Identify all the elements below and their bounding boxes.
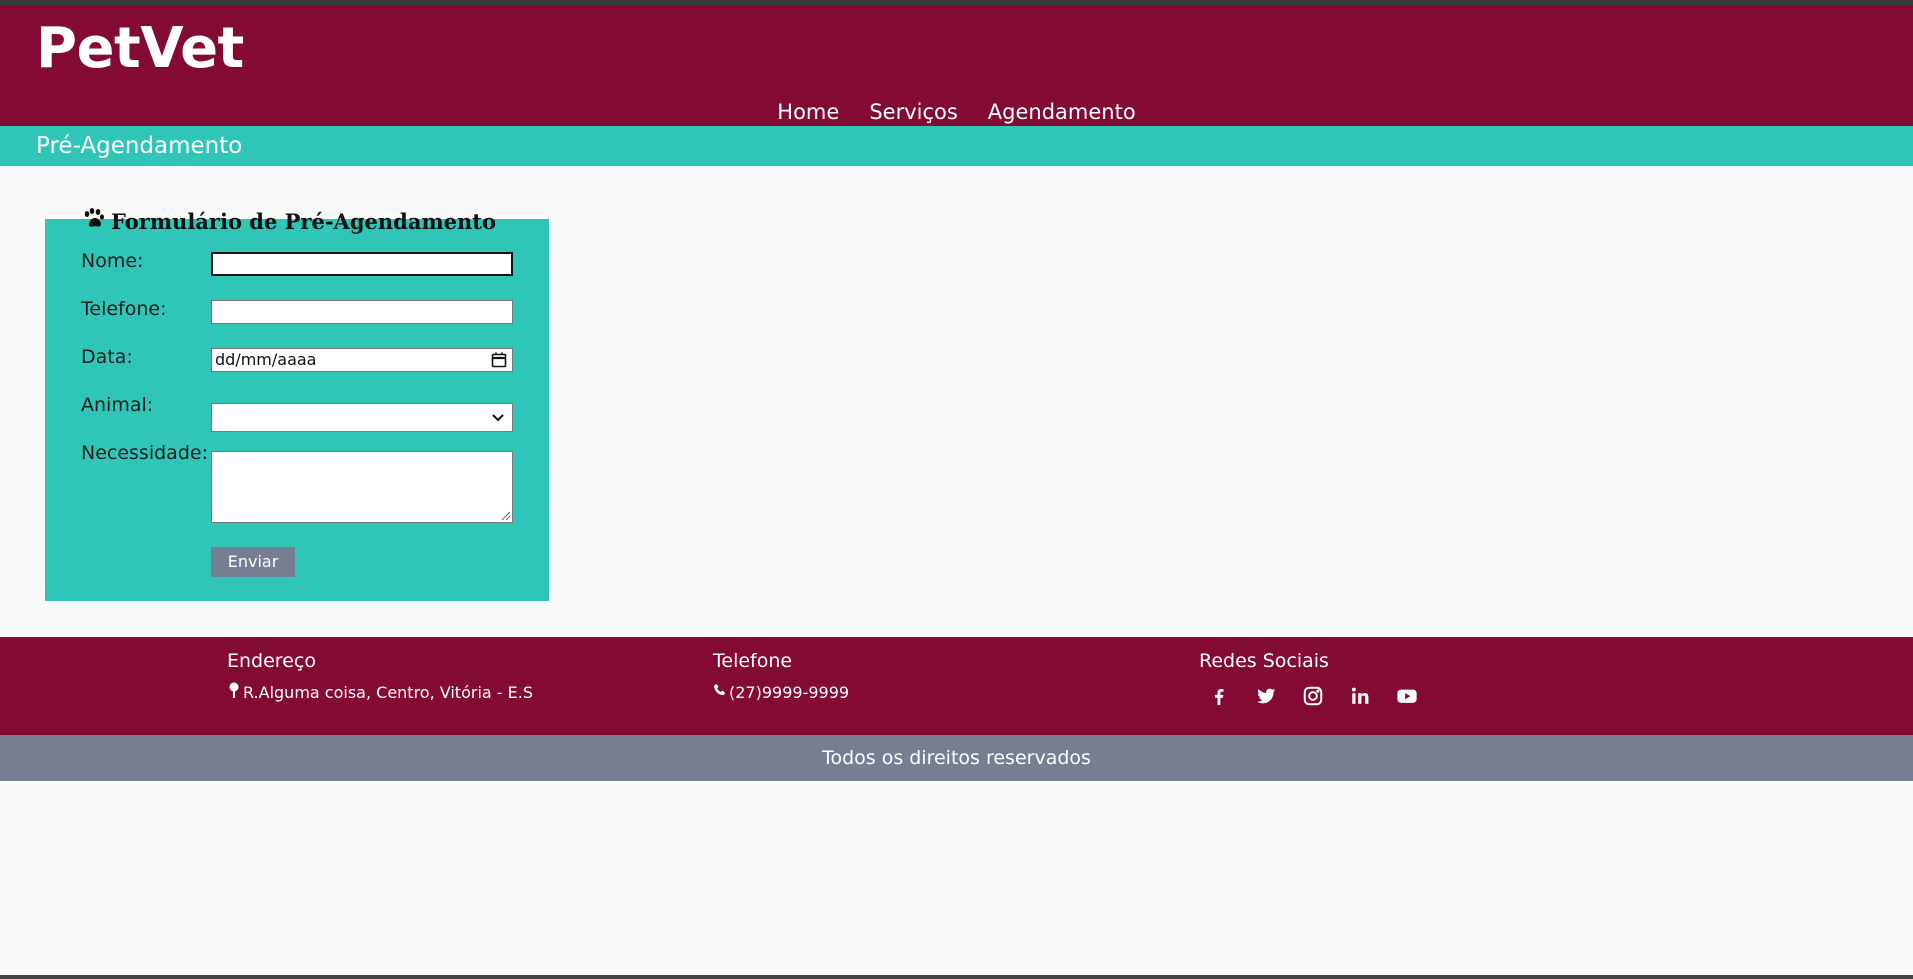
map-pin-icon (227, 682, 241, 703)
necessidade-textarea[interactable] (211, 451, 513, 523)
page-title: Pré-Agendamento (36, 133, 243, 159)
window-bottom-edge (0, 975, 1913, 979)
footer-social: Redes Sociais (1199, 648, 1418, 707)
nome-input[interactable] (211, 252, 513, 276)
submit-button[interactable]: Enviar (211, 547, 295, 577)
footer-phone: Telefone (27)9999-9999 (713, 648, 849, 703)
social-heading: Redes Sociais (1199, 650, 1329, 672)
address-line: R.Alguma coisa, Centro, Vitória - E.S (227, 682, 533, 703)
form-title-text: Formulário de Pré-Agendamento (111, 209, 497, 234)
paw-icon (81, 206, 105, 238)
facebook-icon[interactable] (1207, 684, 1230, 707)
phone-text: (27)9999-9999 (729, 682, 850, 702)
address-text: R.Alguma coisa, Centro, Vitória - E.S (243, 682, 533, 702)
social-links (1199, 684, 1418, 707)
telefone-label: Telefone: (81, 298, 167, 320)
linkedin-icon[interactable] (1348, 684, 1371, 707)
nome-label: Nome: (81, 250, 144, 272)
copyright-text: Todos os direitos reservados (822, 747, 1091, 769)
data-label: Data: (81, 346, 133, 368)
animal-label: Animal: (81, 394, 154, 416)
footer-address: Endereço R.Alguma coisa, Centro, Vitória… (227, 648, 533, 703)
youtube-icon[interactable] (1395, 684, 1418, 707)
telefone-input[interactable] (211, 300, 513, 324)
data-placeholder: dd/mm/aaaa (215, 350, 317, 369)
necessidade-label: Necessidade: (81, 442, 208, 464)
pre-appointment-form: Formulário de Pré-Agendamento Nome: Tele… (45, 208, 549, 601)
twitter-icon[interactable] (1254, 684, 1277, 707)
animal-select[interactable] (211, 403, 513, 432)
form-title: Formulário de Pré-Agendamento (81, 206, 496, 238)
logo[interactable]: PetVet (36, 13, 244, 85)
site-footer: Endereço R.Alguma coisa, Centro, Vitória… (0, 637, 1913, 735)
page-title-bar: Pré-Agendamento (0, 126, 1913, 166)
copyright-bar: Todos os direitos reservados (0, 735, 1913, 781)
data-input[interactable]: dd/mm/aaaa (211, 348, 513, 372)
phone-icon (713, 682, 727, 703)
site-header: PetVet Home Serviços Agendamento (0, 5, 1913, 126)
phone-line: (27)9999-9999 (713, 682, 849, 703)
address-heading: Endereço (227, 650, 316, 672)
phone-heading: Telefone (713, 650, 793, 672)
instagram-icon[interactable] (1301, 684, 1324, 707)
